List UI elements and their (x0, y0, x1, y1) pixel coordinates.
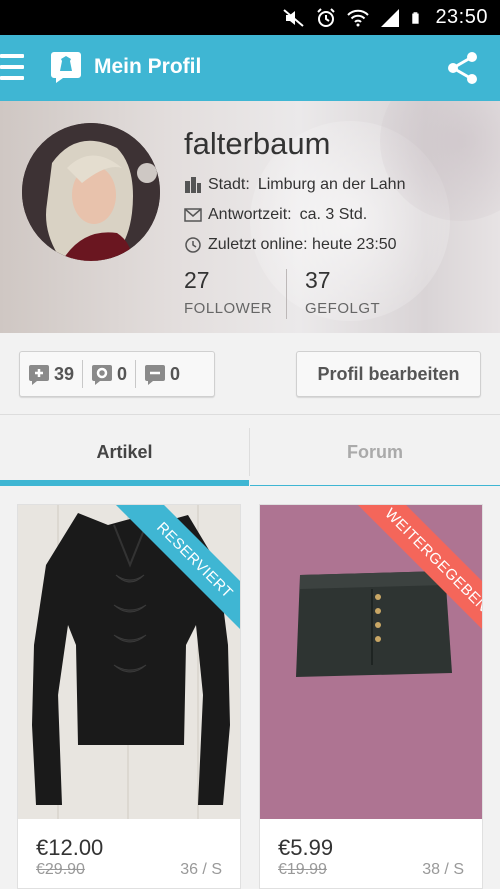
tab-forum[interactable]: Forum (250, 416, 500, 488)
following-label: GEFOLGT (305, 300, 381, 317)
active-tab-indicator (0, 480, 249, 486)
mute-icon (283, 8, 305, 27)
avatar[interactable] (22, 123, 160, 261)
item-price: €5.99 (278, 835, 334, 860)
item-size: 36 / S (180, 861, 222, 878)
item-original-price: €19.99 (278, 861, 327, 878)
item-card[interactable]: WEITERGEGEBEN €5.99 €19.99 38 / S (259, 504, 483, 889)
tab-bar: Artikel Forum (0, 416, 500, 488)
wifi-icon (347, 9, 370, 26)
item-price: €12.00 (36, 835, 104, 860)
positive-rating-icon (29, 365, 49, 385)
city-value: Limburg an der Lahn (257, 176, 406, 193)
online-row: Zuletzt online: heute 23:50 (184, 236, 397, 254)
neutral-rating[interactable]: 0 (83, 352, 135, 396)
last-online: Zuletzt online: heute 23:50 (208, 236, 397, 253)
item-card[interactable]: RESERVIERT €12.00 €29.90 36 / S (17, 504, 241, 889)
city-row: Stadt: Limburg an der Lahn (184, 176, 405, 194)
positive-rating[interactable]: 39 (20, 352, 82, 396)
neutral-count: 0 (117, 363, 128, 384)
status-time: 23:50 (435, 6, 488, 28)
following-stat[interactable]: 37 GEFOLGT (305, 267, 380, 317)
item-image[interactable]: WEITERGEGEBEN (260, 505, 482, 819)
building-icon (185, 177, 201, 193)
stat-divider (286, 269, 287, 319)
profile-header: falterbaum Stadt: Limburg an der Lahn An… (0, 101, 500, 333)
city-label: Stadt: (208, 176, 250, 193)
share-icon[interactable] (446, 51, 480, 85)
item-image[interactable]: RESERVIERT (18, 505, 240, 819)
profile-toolbar: 39 0 0 Profil bearbeiten (0, 333, 500, 415)
neutral-rating-icon (92, 365, 113, 385)
negative-count: 0 (170, 363, 181, 384)
negative-rating[interactable]: 0 (136, 352, 188, 396)
response-value: ca. 3 Std. (299, 206, 368, 223)
signal-icon (381, 8, 400, 27)
ratings-box[interactable]: 39 0 0 (19, 351, 215, 397)
app-logo-icon (51, 52, 81, 83)
positive-count: 39 (54, 363, 75, 384)
app-title: Mein Profil (94, 55, 202, 78)
tab-articles[interactable]: Artikel (0, 416, 249, 488)
following-count: 37 (305, 267, 331, 293)
item-size: 38 / S (422, 861, 464, 878)
menu-icon[interactable] (0, 54, 26, 82)
response-label: Antwortzeit: (208, 206, 292, 223)
edit-profile-button[interactable]: Profil bearbeiten (296, 351, 481, 397)
response-row: Antwortzeit: ca. 3 Std. (184, 206, 367, 224)
item-original-price: €29.90 (36, 861, 85, 878)
negative-rating-icon (145, 365, 166, 385)
envelope-icon (184, 208, 202, 222)
app-bar: Mein Profil (0, 35, 500, 101)
status-bar: 23:50 (0, 0, 500, 35)
battery-icon (412, 11, 420, 24)
clock-icon (185, 237, 201, 253)
followers-label: FOLLOWER (184, 300, 273, 317)
alarm-icon (317, 7, 336, 27)
username: falterbaum (184, 126, 331, 161)
followers-stat[interactable]: 27 FOLLOWER (184, 267, 272, 317)
followers-count: 27 (184, 267, 210, 293)
